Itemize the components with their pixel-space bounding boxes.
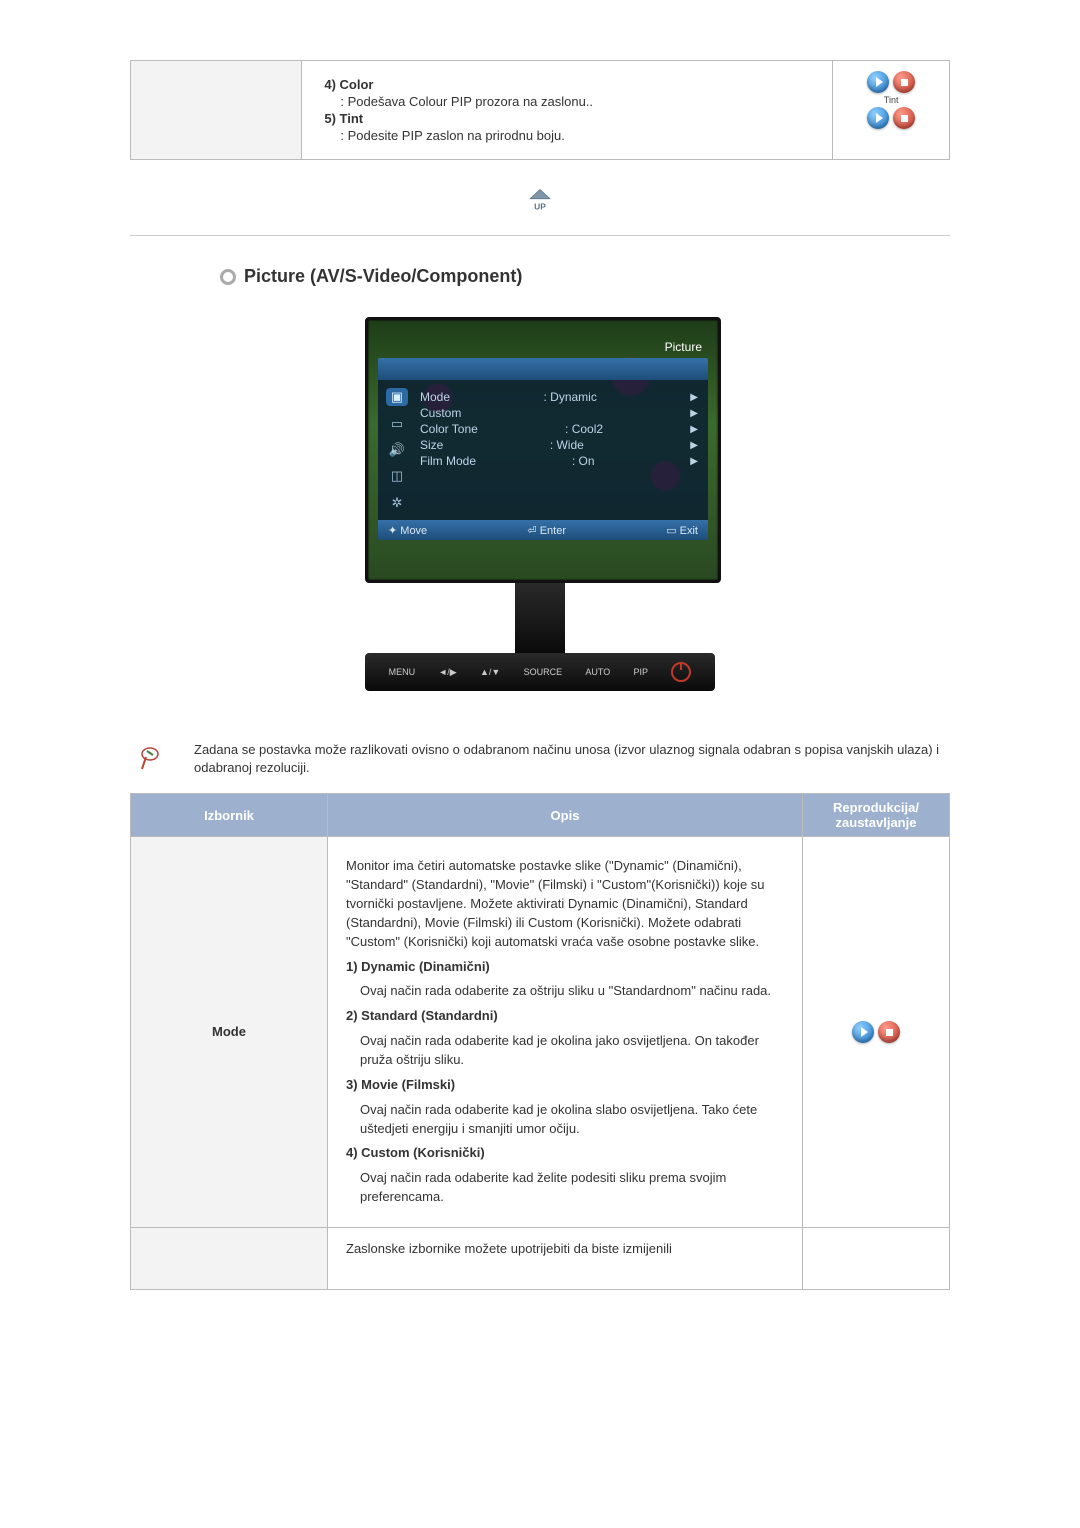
stop-icon[interactable] [893,71,915,93]
mode-opt1-title: 1) Dynamic (Dinamični) [346,959,490,974]
osd-panel: Picture ▣ ▭ 🔊 ◫ ✲ Mode: Dynamic▶ Custom▶ [378,358,708,540]
table-row: Mode Monitor ima četiri automatske posta… [131,837,950,1228]
mode-opt4-title: 4) Custom (Korisnički) [346,1145,485,1160]
row-partial-label [131,1227,328,1289]
setting-5-title: 5) Tint [324,111,363,126]
svg-text:UP: UP [534,201,546,211]
mode-intro-text: Monitor ima četiri automatske postavke s… [346,857,784,951]
row-mode-play [803,837,950,1228]
osd-menu-list: Mode: Dynamic▶ Custom▶ Color Tone: Cool2… [416,380,708,520]
sound-category-icon: 🔊 [386,441,408,459]
tint-small-label: Tint [833,95,949,105]
row-mode-label: Mode [131,837,328,1228]
pip-category-icon: ◫ [386,467,408,485]
back-to-top[interactable]: UP [130,188,950,217]
osd-row-colortone: Color Tone: Cool2▶ [420,422,698,436]
note-row: Zadana se postavka može razlikovati ovis… [136,741,950,777]
th-desc: Opis [328,794,803,837]
mode-opt3-body: Ovaj način rada odaberite kad je okolina… [346,1101,784,1139]
btn-auto: AUTO [585,667,610,677]
top-left-empty-cell [131,61,302,160]
row-partial-desc: Zaslonske izbornike možete upotrijebiti … [328,1227,803,1289]
osd-footer: ✦ Move ⏎ Enter ▭ Exit [378,520,708,540]
mode-opt3-title: 3) Movie (Filmski) [346,1077,455,1092]
btn-pip: PIP [633,667,648,677]
play-icon[interactable] [852,1021,874,1043]
mode-opt2-body: Ovaj način rada odaberite kad je okolina… [346,1032,784,1070]
play-stop-pair-2 [867,107,915,129]
th-play: Reprodukcija/ zaustavljanje [803,794,950,837]
play-stop-pair [852,1021,900,1043]
top-right-play-cell: Tint [833,61,950,160]
note-text: Zadana se postavka može razlikovati ovis… [194,741,950,777]
section-title-row: Picture (AV/S-Video/Component) [220,266,950,287]
row-mode-desc: Monitor ima četiri automatske postavke s… [328,837,803,1228]
setup-category-icon: ✲ [386,494,408,512]
setting-5-desc: : Podesite PIP zaslon na prirodnu boju. [324,128,810,143]
divider [130,235,950,236]
osd-row-filmmode: Film Mode: On▶ [420,454,698,468]
stop-icon[interactable] [878,1021,900,1043]
table-row: Zaslonske izbornike možete upotrijebiti … [131,1227,950,1289]
btn-lr: ◄/▶ [438,667,456,678]
th-menu: Izbornik [131,794,328,837]
ring-bullet-icon [220,269,236,285]
section-title: Picture (AV/S-Video/Component) [244,266,522,287]
mode-opt4-body: Ovaj način rada odaberite kad želite pod… [346,1169,784,1207]
setting-4-title: 4) Color [324,77,373,92]
row-partial-play [803,1227,950,1289]
setting-4-desc: : Podešava Colour PIP prozora na zaslonu… [324,94,810,109]
play-stop-pair [867,71,915,93]
note-pin-icon [136,745,166,775]
monitor-screen: Picture ▣ ▭ 🔊 ◫ ✲ Mode: Dynamic▶ Custom▶ [365,317,721,583]
stop-icon[interactable] [893,107,915,129]
description-table: Izbornik Opis Reprodukcija/ zaustavljanj… [130,793,950,1289]
up-arrow-icon: UP [520,188,560,214]
osd-sidebar-icons: ▣ ▭ 🔊 ◫ ✲ [378,380,416,520]
osd-row-custom: Custom▶ [420,406,698,420]
play-icon[interactable] [867,107,889,129]
mode-opt2-title: 2) Standard (Standardni) [346,1008,498,1023]
btn-menu: MENU [389,667,416,677]
screen-category-icon: ▭ [386,414,408,432]
monitor-illustration: Picture ▣ ▭ 🔊 ◫ ✲ Mode: Dynamic▶ Custom▶ [130,317,950,691]
top-content-cell: 4) Color : Podešava Colour PIP prozora n… [302,61,833,160]
osd-row-size: Size: Wide▶ [420,438,698,452]
top-fragment-table: 4) Color : Podešava Colour PIP prozora n… [130,60,950,160]
monitor-neck [515,583,565,653]
play-icon[interactable] [867,71,889,93]
power-icon [671,662,691,682]
table-header-row: Izbornik Opis Reprodukcija/ zaustavljanj… [131,794,950,837]
picture-category-icon: ▣ [386,388,408,406]
btn-source: SOURCE [524,667,563,677]
monitor-base: MENU ◄/▶ ▲/▼ SOURCE AUTO PIP [365,653,715,691]
osd-header: Picture [665,340,702,354]
mode-opt1-body: Ovaj način rada odaberite za oštriju sli… [346,982,784,1001]
btn-ud: ▲/▼ [480,667,500,677]
osd-row-mode: Mode: Dynamic▶ [420,390,698,404]
